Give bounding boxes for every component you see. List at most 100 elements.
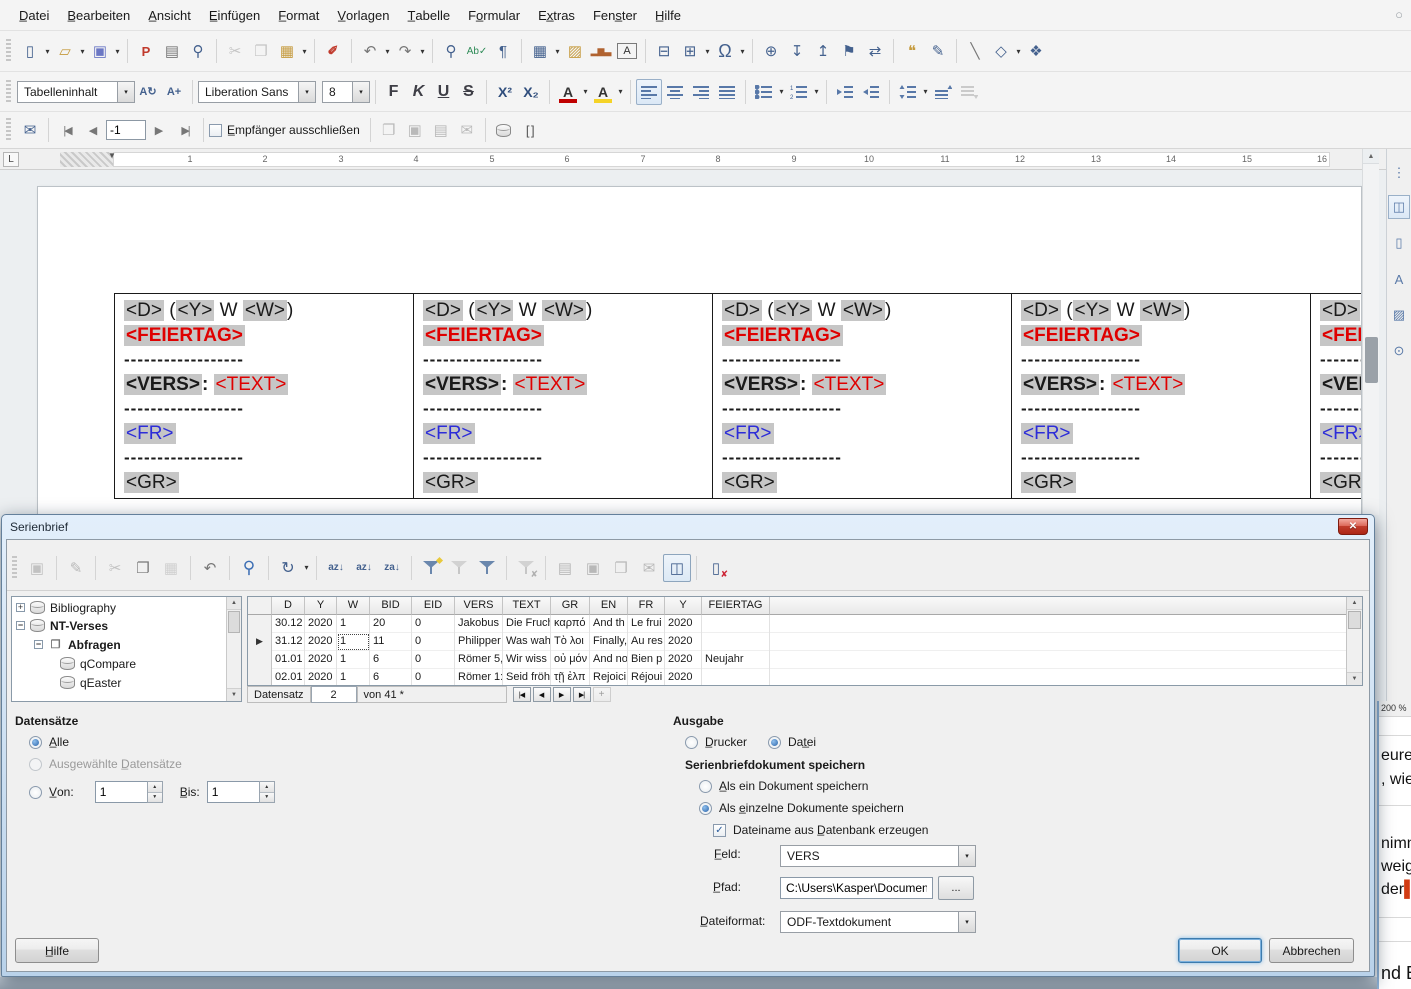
cell[interactable]: Wir wiss bbox=[503, 651, 551, 669]
cell[interactable] bbox=[702, 669, 770, 686]
tree-item-abfragen[interactable]: − ❐ Abfragen bbox=[12, 635, 241, 654]
single-document-radio[interactable] bbox=[699, 780, 712, 793]
last-record-icon[interactable]: ▶| bbox=[573, 687, 591, 702]
field-text[interactable]: <TEXT> bbox=[513, 374, 588, 395]
undo-icon[interactable]: ↶ bbox=[196, 554, 224, 582]
scroll-down-icon[interactable]: ▼ bbox=[1347, 672, 1362, 685]
toolbar-grip[interactable] bbox=[12, 556, 17, 580]
field-text[interactable]: <TEXT> bbox=[812, 374, 887, 395]
cancel-button[interactable]: Abbrechen bbox=[1269, 938, 1354, 963]
reset-filter-icon[interactable]: ✘ bbox=[512, 554, 540, 582]
merge-table-cell-clipped[interactable]: <D> (<Y> W <W>) <FEIERTAG> -------------… bbox=[1311, 294, 1362, 498]
shapes-dropdown-icon[interactable]: ▾ bbox=[1014, 47, 1023, 56]
mail-merge-icon[interactable]: ❐ bbox=[607, 554, 635, 582]
cell[interactable]: 31.12 bbox=[272, 633, 305, 651]
edit-data-icon[interactable]: ✎ bbox=[62, 554, 90, 582]
field-gr[interactable]: <GR> bbox=[1320, 472, 1362, 493]
sidebar-styles-icon[interactable]: A bbox=[1388, 267, 1410, 291]
field-feiertag[interactable]: <FEIERTAG> bbox=[722, 325, 843, 346]
cell[interactable]: 2020 bbox=[665, 615, 702, 633]
previous-record-icon[interactable]: ◀ bbox=[80, 117, 106, 143]
field-y[interactable]: <Y> bbox=[475, 300, 514, 321]
undo-dropdown-icon[interactable]: ▾ bbox=[383, 47, 392, 56]
style-dropdown-icon[interactable]: ▾ bbox=[117, 82, 134, 102]
cell[interactable]: 20 bbox=[370, 615, 412, 633]
menu-fenster[interactable]: Fens̲ter bbox=[584, 4, 646, 27]
sidebar-navigator-icon[interactable]: ⊙ bbox=[1388, 339, 1410, 363]
spin-down-icon[interactable]: ▼ bbox=[148, 793, 162, 803]
cell[interactable]: Le frui bbox=[628, 615, 665, 633]
records-range-option[interactable]: V̲on: ▲▼ B̲is: ▲▼ bbox=[29, 781, 275, 803]
align-left-icon[interactable] bbox=[636, 79, 662, 105]
field-d[interactable]: <D> bbox=[722, 300, 762, 321]
field-fr[interactable]: <FR> bbox=[423, 423, 475, 444]
field-d[interactable]: <D> bbox=[423, 300, 463, 321]
cell[interactable]: 6 bbox=[370, 651, 412, 669]
cell[interactable]: Au res bbox=[628, 633, 665, 651]
insert-textbox-icon[interactable]: A bbox=[614, 38, 640, 64]
print-preview-icon[interactable]: ⚲ bbox=[185, 38, 211, 64]
cell[interactable]: 1 bbox=[337, 669, 370, 686]
field-feiertag[interactable]: <FEIERTAG> bbox=[1021, 325, 1142, 346]
col-header-eid[interactable]: EID bbox=[412, 597, 455, 615]
field-gr[interactable]: <GR> bbox=[1021, 472, 1076, 493]
save-record-icon[interactable]: ▣ bbox=[23, 554, 51, 582]
sidebar-gallery-icon[interactable]: ▨ bbox=[1388, 303, 1410, 327]
cell[interactable]: 1 bbox=[337, 651, 370, 669]
justify-icon[interactable] bbox=[714, 79, 740, 105]
records-all-option[interactable]: A̲lle bbox=[29, 735, 69, 749]
col-header-text[interactable]: TEXT bbox=[503, 597, 551, 615]
record-number-input[interactable] bbox=[106, 120, 146, 140]
field-vers[interactable]: <VERS> bbox=[1320, 374, 1362, 395]
cell[interactable]: Finally, bbox=[590, 633, 628, 651]
bullet-list-icon[interactable] bbox=[751, 79, 777, 105]
print-icon[interactable]: ▤ bbox=[159, 38, 185, 64]
menu-einfuegen[interactable]: E̲infügen bbox=[200, 4, 269, 27]
tree-item-qcompare[interactable]: qCompare bbox=[12, 654, 241, 673]
standard-filter-icon[interactable] bbox=[473, 554, 501, 582]
refresh-dropdown-icon[interactable]: ▾ bbox=[302, 563, 311, 572]
redo-icon[interactable]: ↷ bbox=[392, 38, 418, 64]
field-w[interactable]: <W> bbox=[841, 300, 885, 321]
spelling-icon[interactable]: Ab✓ bbox=[464, 38, 490, 64]
document-vertical-scrollbar[interactable]: ▲ bbox=[1362, 149, 1379, 515]
cross-reference-icon[interactable]: ⇄ bbox=[862, 38, 888, 64]
field-text[interactable]: <TEXT> bbox=[1111, 374, 1186, 395]
scroll-up-icon[interactable]: ▲ bbox=[1347, 597, 1362, 610]
comment-icon[interactable]: ❝ bbox=[899, 38, 925, 64]
scrollbar-thumb[interactable] bbox=[1348, 611, 1361, 629]
undo-icon[interactable]: ↶ bbox=[357, 38, 383, 64]
cell[interactable]: 30.12 bbox=[272, 615, 305, 633]
current-row-indicator-icon[interactable]: ▶ bbox=[248, 633, 272, 651]
sidebar-properties-icon[interactable]: ◫ bbox=[1388, 195, 1410, 219]
bookmark-icon[interactable]: ⚑ bbox=[836, 38, 862, 64]
cell[interactable] bbox=[702, 615, 770, 633]
field-combobox[interactable]: VERS▾ bbox=[780, 845, 976, 867]
table-row-clipped[interactable]: 02.01 2020 1 6 0 Römer 1: Seid fröh τῇ ἐ… bbox=[248, 669, 1362, 686]
cell[interactable]: Römer 5, bbox=[455, 651, 503, 669]
menubar-options-icon[interactable]: ○ bbox=[1395, 7, 1403, 22]
previous-record-icon[interactable]: ◀ bbox=[533, 687, 551, 702]
cell[interactable]: 02.01 bbox=[272, 669, 305, 686]
open-dropdown-icon[interactable]: ▾ bbox=[78, 47, 87, 56]
subscript-icon[interactable]: X₂ bbox=[518, 79, 544, 105]
cell[interactable]: 0 bbox=[412, 651, 455, 669]
cell[interactable]: 2020 bbox=[665, 633, 702, 651]
field-w[interactable]: <W> bbox=[1140, 300, 1184, 321]
filename-from-db-checkbox[interactable]: ✓ bbox=[713, 824, 726, 837]
all-radio[interactable] bbox=[29, 736, 42, 749]
underline-icon[interactable]: U bbox=[431, 79, 456, 105]
printer-radio[interactable] bbox=[685, 736, 698, 749]
cell[interactable]: Die Fruch bbox=[503, 615, 551, 633]
cell[interactable]: 2020 bbox=[305, 615, 337, 633]
cell[interactable]: Jakobus bbox=[455, 615, 503, 633]
data-to-fields-icon[interactable]: ▣ bbox=[579, 554, 607, 582]
path-input[interactable] bbox=[780, 877, 933, 899]
cell[interactable]: 11 bbox=[370, 633, 412, 651]
font-color-icon[interactable]: A bbox=[555, 79, 581, 105]
cell[interactable]: Was wah bbox=[503, 633, 551, 651]
from-spinner[interactable]: ▲▼ bbox=[95, 781, 163, 803]
records-selected-option[interactable]: Ausgewählte D̲atensätze bbox=[29, 757, 182, 771]
col-header-y2[interactable]: Y bbox=[665, 597, 702, 615]
to-input[interactable] bbox=[207, 781, 259, 803]
